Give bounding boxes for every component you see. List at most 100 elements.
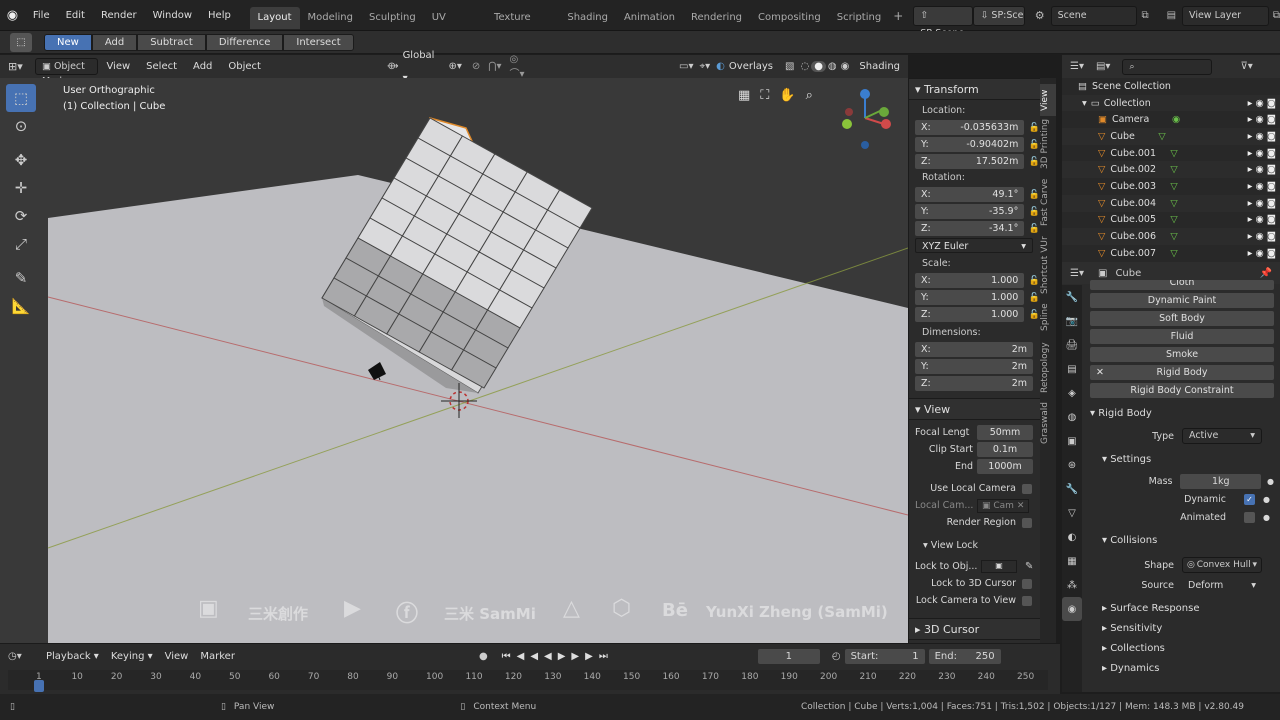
outliner-item[interactable]: ▽ Cube.004 ▽ ▸ ◉ ◙: [1062, 194, 1280, 212]
workspace-tab-compositing[interactable]: Compositing: [750, 7, 829, 29]
scale-tool-icon[interactable]: ⤢: [6, 230, 36, 258]
editor-type-icon[interactable]: ⊞▾: [8, 60, 25, 73]
mesh-data-icon[interactable]: ▽: [1170, 198, 1247, 209]
properties-editor-icon[interactable]: ☰▾: [1070, 268, 1084, 279]
modifier-tab-icon[interactable]: 🔧: [1062, 477, 1082, 501]
outliner-item[interactable]: ▽ Cube.001 ▽ ▸ ◉ ◙: [1062, 145, 1280, 162]
measure-tool-icon[interactable]: 📐: [6, 292, 36, 320]
scene-selector[interactable]: Scene: [1050, 5, 1138, 26]
row-icons[interactable]: ▸ ◉ ◙: [1248, 98, 1276, 109]
output-tab-icon[interactable]: 🖨: [1062, 333, 1082, 357]
camera-data-icon[interactable]: ◉: [1172, 114, 1248, 125]
collections-subheader[interactable]: ▸ Collections: [1090, 639, 1274, 659]
clip-end-field[interactable]: 1000m: [977, 459, 1033, 474]
cloth-button[interactable]: Cloth: [1090, 280, 1274, 290]
scale-x-field[interactable]: X: 1.000: [915, 273, 1025, 288]
location-x-field[interactable]: X: -0.035633m: [915, 120, 1025, 135]
menu-file[interactable]: File: [25, 0, 58, 31]
display-mode-icon[interactable]: ▤▾: [1096, 61, 1110, 72]
current-frame-field[interactable]: 1: [757, 648, 820, 664]
playback-menu[interactable]: Playback ▾: [42, 645, 103, 668]
lock-icon[interactable]: 🔓: [1028, 207, 1040, 217]
lock-icon[interactable]: 🔓: [1028, 140, 1040, 150]
mesh-data-icon[interactable]: ▽: [1158, 131, 1247, 142]
collisions-subheader[interactable]: ▾ Collisions: [1090, 531, 1274, 551]
mesh-data-icon[interactable]: ▽: [1170, 148, 1247, 159]
animated-checkbox[interactable]: [1244, 511, 1255, 523]
blender-logo-icon[interactable]: ◉: [0, 8, 25, 23]
view-panel-header[interactable]: ▾ View: [909, 398, 1040, 420]
select-tool-icon[interactable]: ⬚: [6, 84, 36, 112]
vp-menu-view[interactable]: View: [98, 55, 138, 78]
location-z-field[interactable]: Z: 17.502m: [915, 154, 1025, 169]
overlays-button[interactable]: Overlays: [725, 55, 781, 78]
view-layer-icon[interactable]: ▤: [1167, 10, 1176, 21]
annotate-tool-icon[interactable]: ✎: [6, 264, 36, 292]
rigid-body-panel-header[interactable]: ▾ Rigid Body: [1090, 404, 1274, 424]
pivot-icon[interactable]: ⊕▾: [442, 61, 467, 72]
timeline-ruler[interactable]: 1 10 20 30 40 50 60 70 80 90 100 110 120 130 140 150 160…: [8, 670, 1048, 692]
shading-dropdown[interactable]: Shading: [851, 55, 908, 78]
rotation-z-field[interactable]: Z: -34.1°: [915, 221, 1025, 236]
snap-magnet-icon[interactable]: ⋂▾: [484, 61, 505, 72]
mode-subtract-button[interactable]: Subtract: [137, 34, 206, 51]
shading-render-icon[interactable]: ◉: [839, 61, 852, 72]
mesh-data-icon[interactable]: ▽: [1170, 214, 1247, 225]
lock-icon[interactable]: 🔓: [1028, 224, 1040, 234]
lock-icon[interactable]: 🔓: [1028, 293, 1040, 303]
workspace-tab-texture-paint[interactable]: Texture Paint: [486, 7, 559, 45]
marker-menu[interactable]: Marker: [196, 645, 239, 668]
3d-cursor-panel-header[interactable]: ▸ 3D Cursor: [909, 618, 1040, 640]
vp-menu-add[interactable]: Add: [185, 55, 220, 78]
keyframe-dot-icon[interactable]: ●: [1263, 495, 1270, 504]
scene-icon[interactable]: ⚙: [1035, 9, 1045, 22]
playback-controls[interactable]: ⏮◀◀◀▶▶▶⏭: [502, 651, 614, 662]
workspace-tab-scripting[interactable]: Scripting: [829, 7, 889, 29]
object-data-tab-icon[interactable]: ▽: [1062, 501, 1082, 525]
rotation-x-field[interactable]: X: 49.1°: [915, 187, 1025, 202]
mode-add-button[interactable]: Add: [91, 34, 138, 51]
clock-icon[interactable]: ◴: [832, 651, 841, 662]
use-local-camera-checkbox[interactable]: [1022, 483, 1032, 494]
mesh-data-icon[interactable]: ▽: [1170, 248, 1247, 259]
tab-shortcut-vur[interactable]: Shortcut VUr: [1040, 234, 1056, 296]
scene-tab-icon[interactable]: ◈: [1062, 381, 1082, 405]
lock-icon[interactable]: 🔓: [1028, 276, 1040, 286]
lock-to-cursor-checkbox[interactable]: [1022, 578, 1032, 589]
menu-edit[interactable]: Edit: [58, 0, 93, 31]
workspace-tab-sculpting[interactable]: Sculpting: [361, 7, 424, 29]
workspace-tab-shading[interactable]: Shading: [559, 7, 616, 29]
gizmo-icon[interactable]: ⌖▾: [694, 61, 717, 72]
source-dropdown[interactable]: Deform ▾: [1182, 580, 1262, 591]
local-camera-field[interactable]: ▣ Cam ✕: [977, 498, 1030, 513]
remove-rigid-body-icon[interactable]: ✕: [1096, 365, 1104, 380]
location-y-field[interactable]: Y: -0.90402m: [915, 137, 1025, 152]
filter-icon[interactable]: ⊽▾: [1240, 61, 1252, 72]
outliner-item[interactable]: ▽ Cube.003 ▽ ▸ ◉ ◙: [1062, 178, 1280, 195]
outliner-item[interactable]: ▽ Cube.002 ▽ ▸ ◉ ◙: [1062, 161, 1280, 179]
rotation-y-field[interactable]: Y: -35.9°: [915, 204, 1025, 219]
visibility-toggles[interactable]: ▸ ◉ ◙: [1248, 198, 1276, 209]
tab-retopology[interactable]: Retopology: [1040, 340, 1056, 396]
mass-field[interactable]: 1kg: [1180, 473, 1262, 489]
mode-difference-button[interactable]: Difference: [205, 34, 284, 51]
lock-camera-checkbox[interactable]: [1022, 595, 1032, 606]
start-frame-field[interactable]: Start: 1: [844, 648, 925, 664]
select-box-icon[interactable]: ⬚: [10, 33, 32, 52]
vp-menu-select[interactable]: Select: [138, 55, 185, 78]
object-tab-icon[interactable]: ▣: [1062, 429, 1082, 453]
focal-length-field[interactable]: 50mm: [977, 425, 1033, 440]
menu-help[interactable]: Help: [200, 0, 239, 31]
shading-solid-icon[interactable]: ●: [811, 61, 826, 72]
visibility-toggles[interactable]: ▸ ◉ ◙: [1248, 164, 1276, 175]
outliner-item[interactable]: ▽ Cube.005 ▽ ▸ ◉ ◙: [1062, 212, 1280, 229]
new-view-layer-icon[interactable]: ⧉: [1273, 10, 1280, 21]
rotate-tool-icon[interactable]: ⟳: [6, 202, 36, 230]
surface-response-subheader[interactable]: ▸ Surface Response: [1090, 599, 1274, 619]
sp-scene-button-2[interactable]: ⇩ SP:Scen: [973, 5, 1025, 26]
add-workspace-button[interactable]: +: [889, 9, 907, 23]
view-layer-tab-icon[interactable]: ▤: [1062, 357, 1082, 381]
render-tab-icon[interactable]: 📷: [1062, 309, 1082, 333]
view-lock-subheader[interactable]: ▾ View Lock: [909, 537, 1040, 554]
sp-scene-button[interactable]: ⇧ SP:Scene: [913, 5, 974, 39]
